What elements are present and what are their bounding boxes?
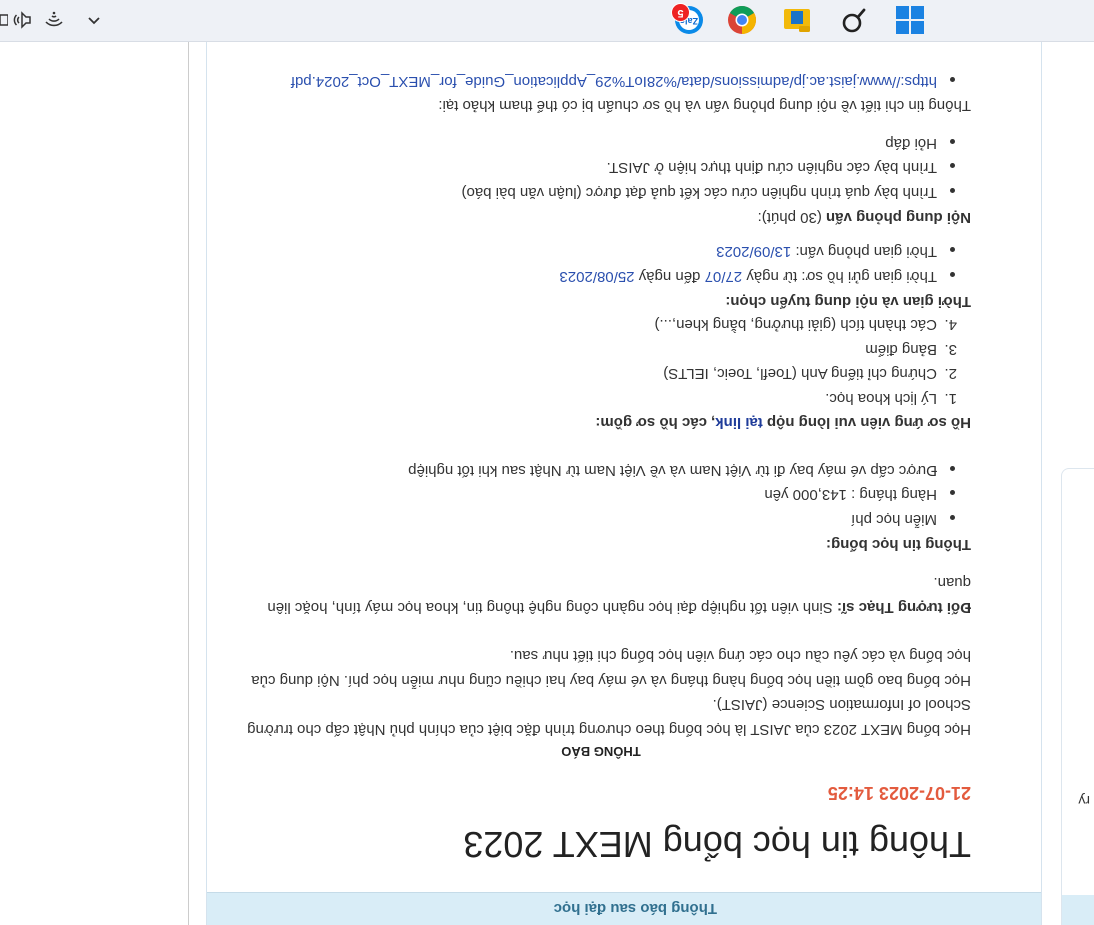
intro-line: School of Information Science (JAIST).: [712, 696, 971, 714]
intro-line: Học bổng MEXT 2023 của JAIST là học bổng…: [247, 721, 971, 738]
target-text-cont: quan.: [933, 574, 971, 592]
windows-start-icon[interactable]: [895, 5, 925, 35]
target-label: Đối tượng Thạc sĩ:: [836, 599, 971, 616]
volume-icon[interactable]: [12, 11, 32, 29]
zalo-icon[interactable]: Zalo 5: [671, 3, 704, 35]
bullet: [950, 139, 955, 144]
battery-icon[interactable]: [0, 11, 9, 29]
list-item: Thời gian phỏng vấn: 13/09/2023: [559, 239, 971, 264]
announcement-card: Thông báo sau đại học Thông tin học bổng…: [206, 42, 1042, 925]
sidebar-card-header: [1062, 895, 1094, 925]
docs-heading: Hồ sơ ứng viên vui lòng nộp tại link, cá…: [171, 410, 971, 435]
list-item: Được cấp vé máy bay đi từ Việt Nam và về…: [408, 458, 971, 483]
bullet: [950, 272, 955, 277]
file-explorer-icon[interactable]: [782, 5, 812, 35]
list-item: Thời gian gửi hồ sơ: từ ngày 27/07 đến n…: [559, 264, 971, 289]
docs-link[interactable]: tại link: [715, 414, 763, 431]
details-text: Thông tin chi tiết về nội dung phỏng vấn…: [438, 97, 971, 114]
list-item: 1. Lý lịch khoa học.: [825, 390, 957, 407]
bullet: [950, 466, 955, 471]
bullet: [950, 247, 955, 253]
list-item: Hàng tháng : 143,000 yên: [408, 482, 971, 507]
list-item: Trình bày các nghiên cứu định thực hiện …: [462, 155, 971, 180]
docs-list: 1. Lý lịch khoa học. 2. Chứng chỉ tiếng An…: [654, 312, 971, 410]
sidebar-card: ry: [1061, 468, 1094, 925]
intro-line: học bổng và các yêu cầu cho các ứng viên…: [509, 647, 971, 665]
chevron-up-icon[interactable]: [86, 11, 102, 29]
target-text: Sinh viên tốt nghiệp đại học ngành công …: [267, 599, 837, 616]
time-heading: Thời gian và nội dung tuyển chọn:: [725, 293, 971, 310]
bullet: [950, 77, 955, 82]
list-item: Miễn học phí: [408, 507, 971, 532]
intro-line: Học bổng bao gồm tiền học bổng hàng thán…: [251, 672, 971, 689]
chrome-icon[interactable]: [727, 5, 757, 35]
list-item: https://www.jaist.ac.jp/admissions/data/…: [291, 69, 971, 94]
docs-heading-text: Hồ sơ ứng viên vui lòng nộp: [762, 414, 971, 431]
taskbar: Zalo 5: [0, 0, 1094, 42]
list-item: Hỏi đáp: [462, 131, 971, 156]
card-header-title[interactable]: Thông báo sau đại học: [554, 900, 717, 917]
docs-heading-suffix: , các hồ sơ gồm:: [595, 414, 716, 431]
bullet: [950, 188, 955, 193]
card-header: Thông báo sau đại học: [207, 892, 1041, 925]
sidebar-text-fragment: ry: [1078, 793, 1090, 809]
time-list: Thời gian gửi hồ sơ: từ ngày 27/07 đến n…: [559, 239, 971, 288]
left-sidebar: ry: [1061, 42, 1094, 925]
list-item: 3. Bảng điểm: [865, 341, 957, 358]
wifi-icon[interactable]: [44, 11, 64, 29]
list-item: Trình bày quá trình nghiên cứu các kết q…: [462, 180, 971, 205]
interview-heading: Nội dung phỏng vấn (30 phút):: [757, 209, 971, 226]
content-divider: [188, 42, 189, 925]
interview-list: Trình bày quá trình nghiên cứu các kết q…: [462, 131, 971, 205]
notification-badge: 5: [671, 3, 690, 22]
bullet: [950, 490, 955, 496]
post-date: 21-07-2023 14:25: [827, 783, 971, 803]
list-item: 2. Chứng chỉ tiếng Anh (Toefl, Toeic, IEL…: [663, 365, 957, 383]
target-paragraph: Đối tượng Thạc sĩ: Sinh viên tốt nghiệp …: [171, 570, 971, 619]
bullet: [950, 515, 955, 520]
list-item: 4. Các thành tích (giải thưởng, bằng khen…: [654, 316, 957, 334]
scholarship-heading: Thông tin học bổng:: [826, 536, 971, 553]
bullet: [950, 163, 955, 169]
page-title: Thông tin học bổng MEXT 2023: [463, 824, 971, 865]
intro-paragraph: Học bổng MEXT 2023 của JAIST là học bổng…: [171, 643, 971, 741]
details-link[interactable]: https://www.jaist.ac.jp/admissions/data/…: [291, 73, 937, 90]
notice-heading: THÔNG BÁO: [561, 744, 641, 759]
details-list: https://www.jaist.ac.jp/admissions/data/…: [291, 69, 971, 94]
search-icon[interactable]: [838, 5, 868, 35]
scholarship-list: Miễn học phí Hàng tháng : 143,000 yên Đư…: [408, 458, 971, 532]
screen: ry Thông báo sau đại học Thông tin học b…: [0, 0, 1094, 925]
